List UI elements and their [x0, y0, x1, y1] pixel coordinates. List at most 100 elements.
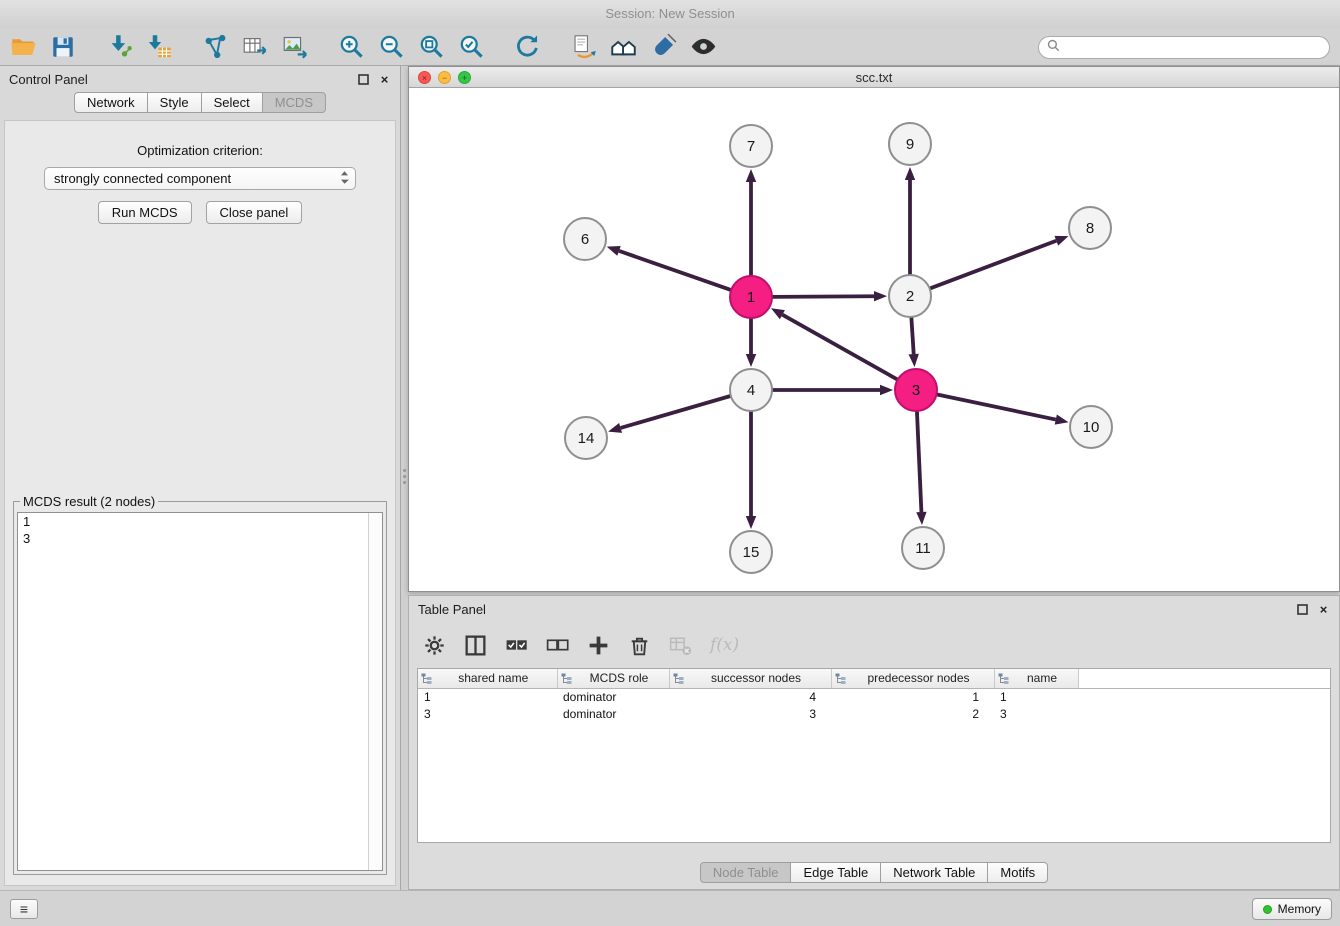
graph-edge[interactable]	[772, 385, 893, 395]
graph-edge[interactable]	[937, 394, 1069, 424]
tab-node-table[interactable]: Node Table	[700, 862, 792, 883]
import-network-icon[interactable]	[104, 32, 134, 62]
tab-select[interactable]: Select	[201, 92, 263, 113]
tab-network-table[interactable]: Network Table	[880, 862, 988, 883]
column-header-shared-name[interactable]: shared name	[418, 669, 557, 688]
zoom-fit-icon[interactable]	[416, 32, 446, 62]
mcds-result-box: MCDS result (2 nodes) 13	[13, 494, 387, 875]
console-button[interactable]: ≡	[10, 899, 38, 919]
show-graphics-icon[interactable]	[688, 32, 718, 62]
close-panel-button[interactable]: Close panel	[206, 201, 303, 224]
table-cell[interactable]: 1	[994, 688, 1078, 705]
column-browser-icon[interactable]	[460, 630, 490, 660]
graph-edge[interactable]	[771, 308, 898, 379]
delete-icon[interactable]	[624, 630, 654, 660]
close-panel-icon[interactable]: ×	[378, 73, 391, 86]
graph-edge[interactable]	[905, 167, 915, 275]
table-cell[interactable]: 1	[831, 688, 994, 705]
svg-text:6: 6	[581, 231, 589, 248]
window-minimize-icon[interactable]: −	[438, 71, 451, 84]
table-cell[interactable]: 2	[831, 705, 994, 722]
table-row[interactable]: 1dominator411	[418, 688, 1330, 705]
graph-edge[interactable]	[746, 411, 756, 529]
style-brush-icon[interactable]	[648, 32, 678, 62]
column-header-successor-nodes[interactable]: successor nodes	[669, 669, 831, 688]
graph-node[interactable]: 2	[889, 275, 931, 317]
graph-node[interactable]: 7	[730, 125, 772, 167]
network-canvas[interactable]: 7 9 6 8 1 2 4 3 14 10 15 11	[409, 88, 1339, 591]
window-close-icon[interactable]: ×	[418, 71, 431, 84]
column-header-mcds-role[interactable]: MCDS role	[557, 669, 669, 688]
table-cell[interactable]: 3	[418, 705, 557, 722]
graph-node[interactable]: 4	[730, 369, 772, 411]
open-session-icon[interactable]	[8, 32, 38, 62]
tab-mcds[interactable]: MCDS	[262, 92, 326, 113]
zoom-out-icon[interactable]	[376, 32, 406, 62]
graph-node[interactable]: 3	[895, 369, 937, 411]
table-cell[interactable]: dominator	[557, 688, 669, 705]
tab-motifs[interactable]: Motifs	[987, 862, 1048, 883]
table-cell[interactable]: 4	[669, 688, 831, 705]
attribute-type-icon	[673, 673, 684, 687]
tab-edge-table[interactable]: Edge Table	[790, 862, 881, 883]
graph-node[interactable]: 8	[1069, 207, 1111, 249]
search-input[interactable]	[1060, 40, 1329, 55]
result-scrollbar[interactable]	[368, 513, 382, 870]
graph-edge[interactable]	[746, 318, 756, 367]
close-table-panel-icon[interactable]: ×	[1317, 603, 1330, 616]
mcds-result-list[interactable]: 13	[17, 512, 383, 871]
result-item[interactable]: 3	[18, 530, 382, 547]
graph-edge[interactable]	[909, 317, 919, 367]
graph-node[interactable]: 14	[565, 417, 607, 459]
search-box[interactable]	[1038, 36, 1330, 59]
graph-edge[interactable]	[772, 291, 887, 301]
graph-node[interactable]: 15	[730, 531, 772, 573]
column-header-name[interactable]: name	[994, 669, 1078, 688]
apply-layout-icon[interactable]	[608, 32, 638, 62]
svg-text:9: 9	[906, 136, 914, 153]
table-cell[interactable]: 3	[669, 705, 831, 722]
graph-edge[interactable]	[746, 169, 756, 276]
graph-node[interactable]: 1	[730, 276, 772, 318]
optimization-criterion-select[interactable]: strongly connected component	[44, 167, 356, 190]
float-table-panel-icon[interactable]	[1296, 603, 1309, 616]
toolbar-icon-groups	[0, 32, 744, 62]
window-maximize-icon[interactable]: +	[458, 71, 471, 84]
run-mcds-button[interactable]: Run MCDS	[98, 201, 192, 224]
header-filler	[1078, 669, 1330, 688]
memory-button[interactable]: Memory	[1252, 898, 1332, 920]
result-item[interactable]: 1	[18, 513, 382, 530]
attribute-type-icon	[561, 673, 572, 687]
table-cell[interactable]: dominator	[557, 705, 669, 722]
select-all-icon[interactable]	[501, 630, 531, 660]
zoom-selected-icon[interactable]	[456, 32, 486, 62]
deselect-all-icon[interactable]	[542, 630, 572, 660]
export-image-icon[interactable]	[280, 32, 310, 62]
graph-edge[interactable]	[607, 246, 731, 290]
graph-node[interactable]: 11	[902, 527, 944, 569]
zoom-in-icon[interactable]	[336, 32, 366, 62]
settings-icon[interactable]	[419, 630, 449, 660]
graph-edge[interactable]	[608, 396, 731, 433]
panel-splitter[interactable]	[401, 66, 408, 890]
graph-node[interactable]: 10	[1070, 406, 1112, 448]
graph-node[interactable]: 9	[889, 123, 931, 165]
copy-network-style-icon[interactable]	[568, 32, 598, 62]
tab-style[interactable]: Style	[147, 92, 202, 113]
graph-edge[interactable]	[916, 411, 926, 525]
refresh-icon[interactable]	[512, 32, 542, 62]
float-panel-icon[interactable]	[357, 73, 370, 86]
graph-edge[interactable]	[930, 236, 1069, 289]
table-cell[interactable]: 1	[418, 688, 557, 705]
mcds-panel: Optimization criterion: strongly connect…	[4, 120, 396, 886]
table-cell[interactable]: 3	[994, 705, 1078, 722]
import-table-icon[interactable]	[144, 32, 174, 62]
column-header-predecessor-nodes[interactable]: predecessor nodes	[831, 669, 994, 688]
export-table-icon[interactable]	[240, 32, 270, 62]
graph-node[interactable]: 6	[564, 218, 606, 260]
table-row[interactable]: 3dominator323	[418, 705, 1330, 722]
save-session-icon[interactable]	[48, 32, 78, 62]
add-icon[interactable]	[583, 630, 613, 660]
new-network-icon[interactable]	[200, 32, 230, 62]
tab-network[interactable]: Network	[74, 92, 148, 113]
